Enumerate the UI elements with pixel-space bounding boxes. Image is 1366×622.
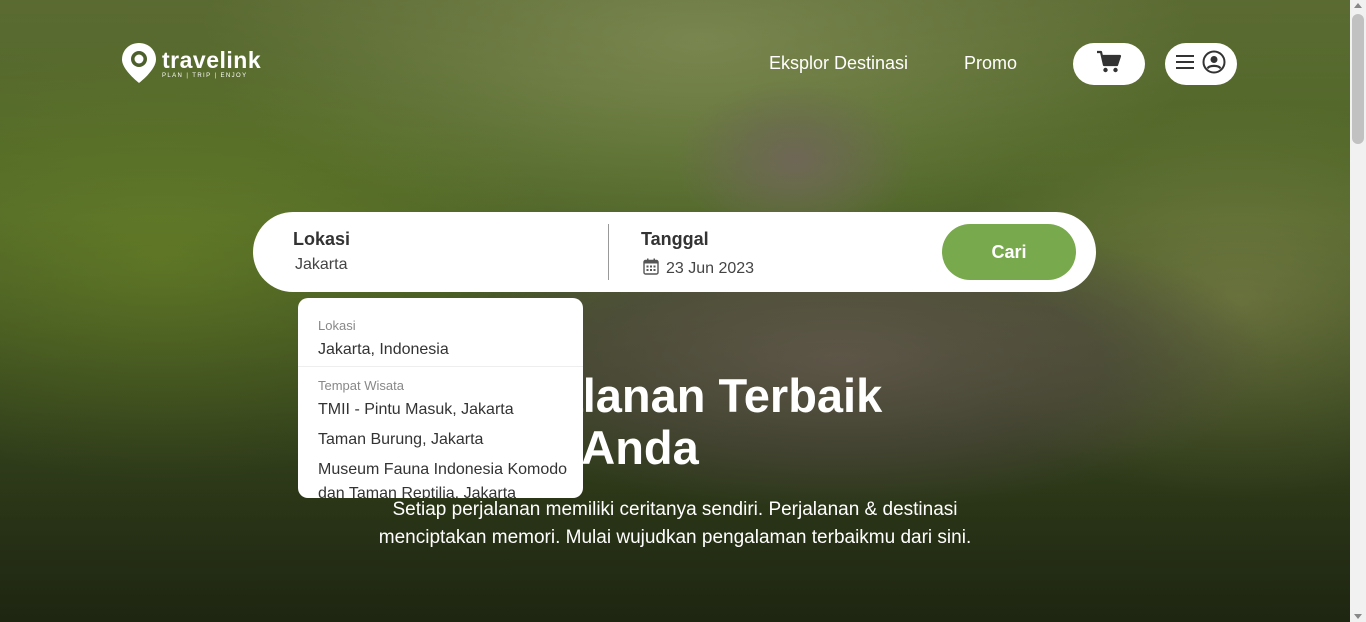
scroll-thumb[interactable] [1352, 14, 1364, 144]
tanggal-value: 23 Jun 2023 [666, 260, 755, 277]
cart-icon [1096, 50, 1122, 79]
brand-name: travelink [162, 46, 262, 73]
lokasi-input[interactable]: Jakarta [295, 256, 347, 274]
suggestion-item[interactable]: TMII - Pintu Masuk, Jakarta [318, 398, 573, 422]
brand-logo[interactable]: travelink PLAN | TRIP | ENJOY [120, 40, 261, 86]
hero-subtitle: Setiap perjalanan memiliki ceritanya sen… [378, 499, 972, 548]
dropdown-section-lokasi: Lokasi [318, 318, 356, 333]
nav-eksplor-destinasi[interactable]: Eksplor Destinasi [769, 53, 908, 74]
nav-promo[interactable]: Promo [964, 53, 1017, 74]
dropdown-section-wisata: Tempat Wisata [318, 378, 404, 393]
page-scrollbar[interactable] [1350, 0, 1366, 622]
scroll-down-arrow-icon[interactable] [1354, 614, 1362, 619]
search-divider [608, 224, 609, 280]
account-menu-button[interactable] [1165, 43, 1237, 85]
calendar-icon [643, 258, 659, 280]
suggestion-item[interactable]: Museum Fauna Indonesia Komodo dan Taman … [318, 458, 573, 498]
dropdown-divider [298, 366, 583, 367]
tanggal-input[interactable]: 23 Jun 2023 [643, 258, 754, 280]
search-button[interactable]: Cari [942, 224, 1076, 280]
tanggal-label: Tanggal [641, 229, 709, 249]
suggestion-item[interactable]: Taman Burung, Jakarta [318, 428, 573, 452]
search-bar: Lokasi Jakarta Tanggal 23 Jun 2023 Cari [253, 212, 1096, 292]
location-suggestions-dropdown: Lokasi Jakarta, Indonesia Tempat Wisata … [298, 298, 583, 498]
map-pin-icon [120, 41, 158, 85]
lokasi-label: Lokasi [293, 229, 351, 249]
suggestion-item[interactable]: Jakarta, Indonesia [318, 338, 573, 362]
cart-button[interactable] [1073, 43, 1145, 85]
scroll-up-arrow-icon[interactable] [1354, 3, 1362, 8]
user-circle-icon [1202, 50, 1226, 79]
hamburger-icon [1176, 54, 1194, 75]
brand-tagline: PLAN | TRIP | ENJOY [162, 72, 248, 79]
